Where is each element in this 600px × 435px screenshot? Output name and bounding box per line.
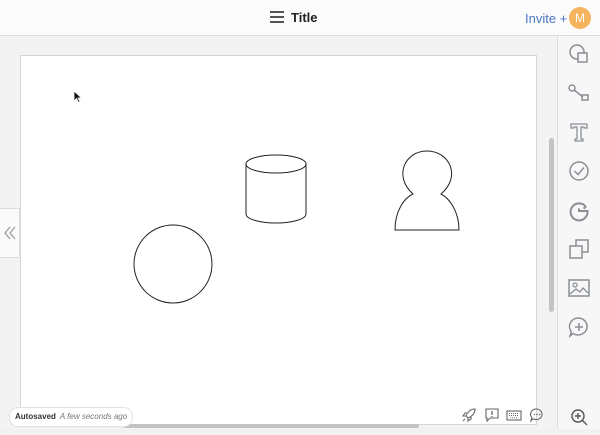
text-icon[interactable] xyxy=(566,119,592,145)
canvas-area xyxy=(0,36,557,429)
keyboard-icon[interactable] xyxy=(506,407,522,423)
mouse-cursor-icon xyxy=(73,90,83,104)
double-chevron-left-icon xyxy=(3,226,15,240)
cylinder-shape[interactable] xyxy=(245,154,307,224)
autosaved-label: Autosaved xyxy=(15,412,56,421)
zoom-in-icon[interactable] xyxy=(566,404,592,426)
image-icon[interactable] xyxy=(566,275,592,301)
autosave-status: Autosaved A few seconds ago xyxy=(9,407,134,427)
check-icon[interactable] xyxy=(566,158,592,184)
add-comment-icon[interactable] xyxy=(566,314,592,340)
document-title[interactable]: Title xyxy=(291,10,318,25)
connector-icon[interactable] xyxy=(566,80,592,106)
expand-left-panel-button[interactable] xyxy=(0,208,20,258)
vertical-scrollbar[interactable] xyxy=(549,138,554,312)
drawing-svg xyxy=(133,150,460,304)
rocket-icon[interactable] xyxy=(461,407,477,423)
horizontal-scrollbar[interactable] xyxy=(123,424,419,428)
drawing-page[interactable] xyxy=(20,55,537,425)
circle-shape[interactable] xyxy=(133,224,213,304)
person-shape[interactable] xyxy=(394,150,460,231)
feedback-icon[interactable] xyxy=(484,407,500,423)
hamburger-menu-icon[interactable] xyxy=(270,11,284,23)
avatar[interactable]: M xyxy=(569,7,591,29)
shapes-icon[interactable] xyxy=(566,41,592,67)
autosaved-time: A few seconds ago xyxy=(59,412,128,421)
layers-icon[interactable] xyxy=(566,236,592,262)
right-toolbar xyxy=(557,36,600,429)
invite-button[interactable]: Invite + xyxy=(525,11,567,26)
chat-icon[interactable] xyxy=(529,407,545,423)
top-bar: Title Invite + M xyxy=(0,0,600,36)
google-icon[interactable] xyxy=(566,197,592,223)
